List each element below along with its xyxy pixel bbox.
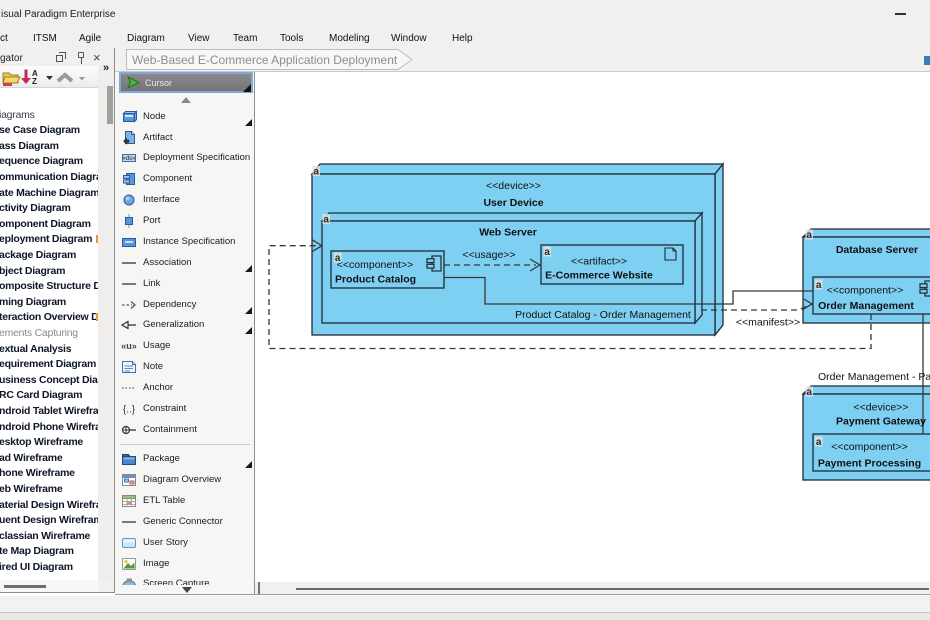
svg-text:{..}: {..} [123, 405, 136, 416]
svg-text:<<device>>: <<device>> [854, 402, 909, 414]
svg-text:<<usage>>: <<usage>> [462, 249, 515, 261]
svg-text:<<device>>: <<device>> [486, 180, 541, 192]
svg-text:«ds»: «ds» [122, 156, 136, 162]
svg-text:Product Catalog - Order Manage: Product Catalog - Order Management [515, 309, 691, 321]
svg-text:Z: Z [32, 77, 37, 86]
svg-text:<<component>>: <<component>> [827, 285, 903, 297]
svg-text:Payment Gateway: Payment Gateway [836, 416, 926, 428]
svg-text:User Device: User Device [483, 197, 543, 209]
svg-text:«u»: «u» [121, 341, 137, 351]
svg-text:<<component>>: <<component>> [337, 259, 413, 271]
svg-text:a: a [313, 167, 319, 178]
svg-text:a: a [323, 215, 329, 226]
svg-text:Order Management - Payment Pro: Order Management - Payment Processing [818, 371, 930, 383]
svg-text:a: a [544, 247, 550, 258]
svg-text:Order Management: Order Management [818, 300, 914, 312]
svg-text:Product Catalog: Product Catalog [335, 274, 416, 286]
svg-text:<<artifact>>: <<artifact>> [571, 256, 627, 268]
svg-text:a: a [806, 230, 812, 241]
svg-text:Payment Processing: Payment Processing [818, 458, 921, 470]
svg-text:a: a [816, 280, 822, 291]
svg-text:<<component>>: <<component>> [831, 441, 907, 453]
svg-text:<<manifest>>: <<manifest>> [736, 317, 800, 329]
svg-text:Database Server: Database Server [836, 244, 918, 256]
svg-text:E-Commerce Website: E-Commerce Website [545, 270, 653, 282]
svg-text:a: a [806, 387, 812, 398]
svg-text:a: a [816, 437, 822, 448]
svg-text:Web Server: Web Server [479, 227, 537, 239]
